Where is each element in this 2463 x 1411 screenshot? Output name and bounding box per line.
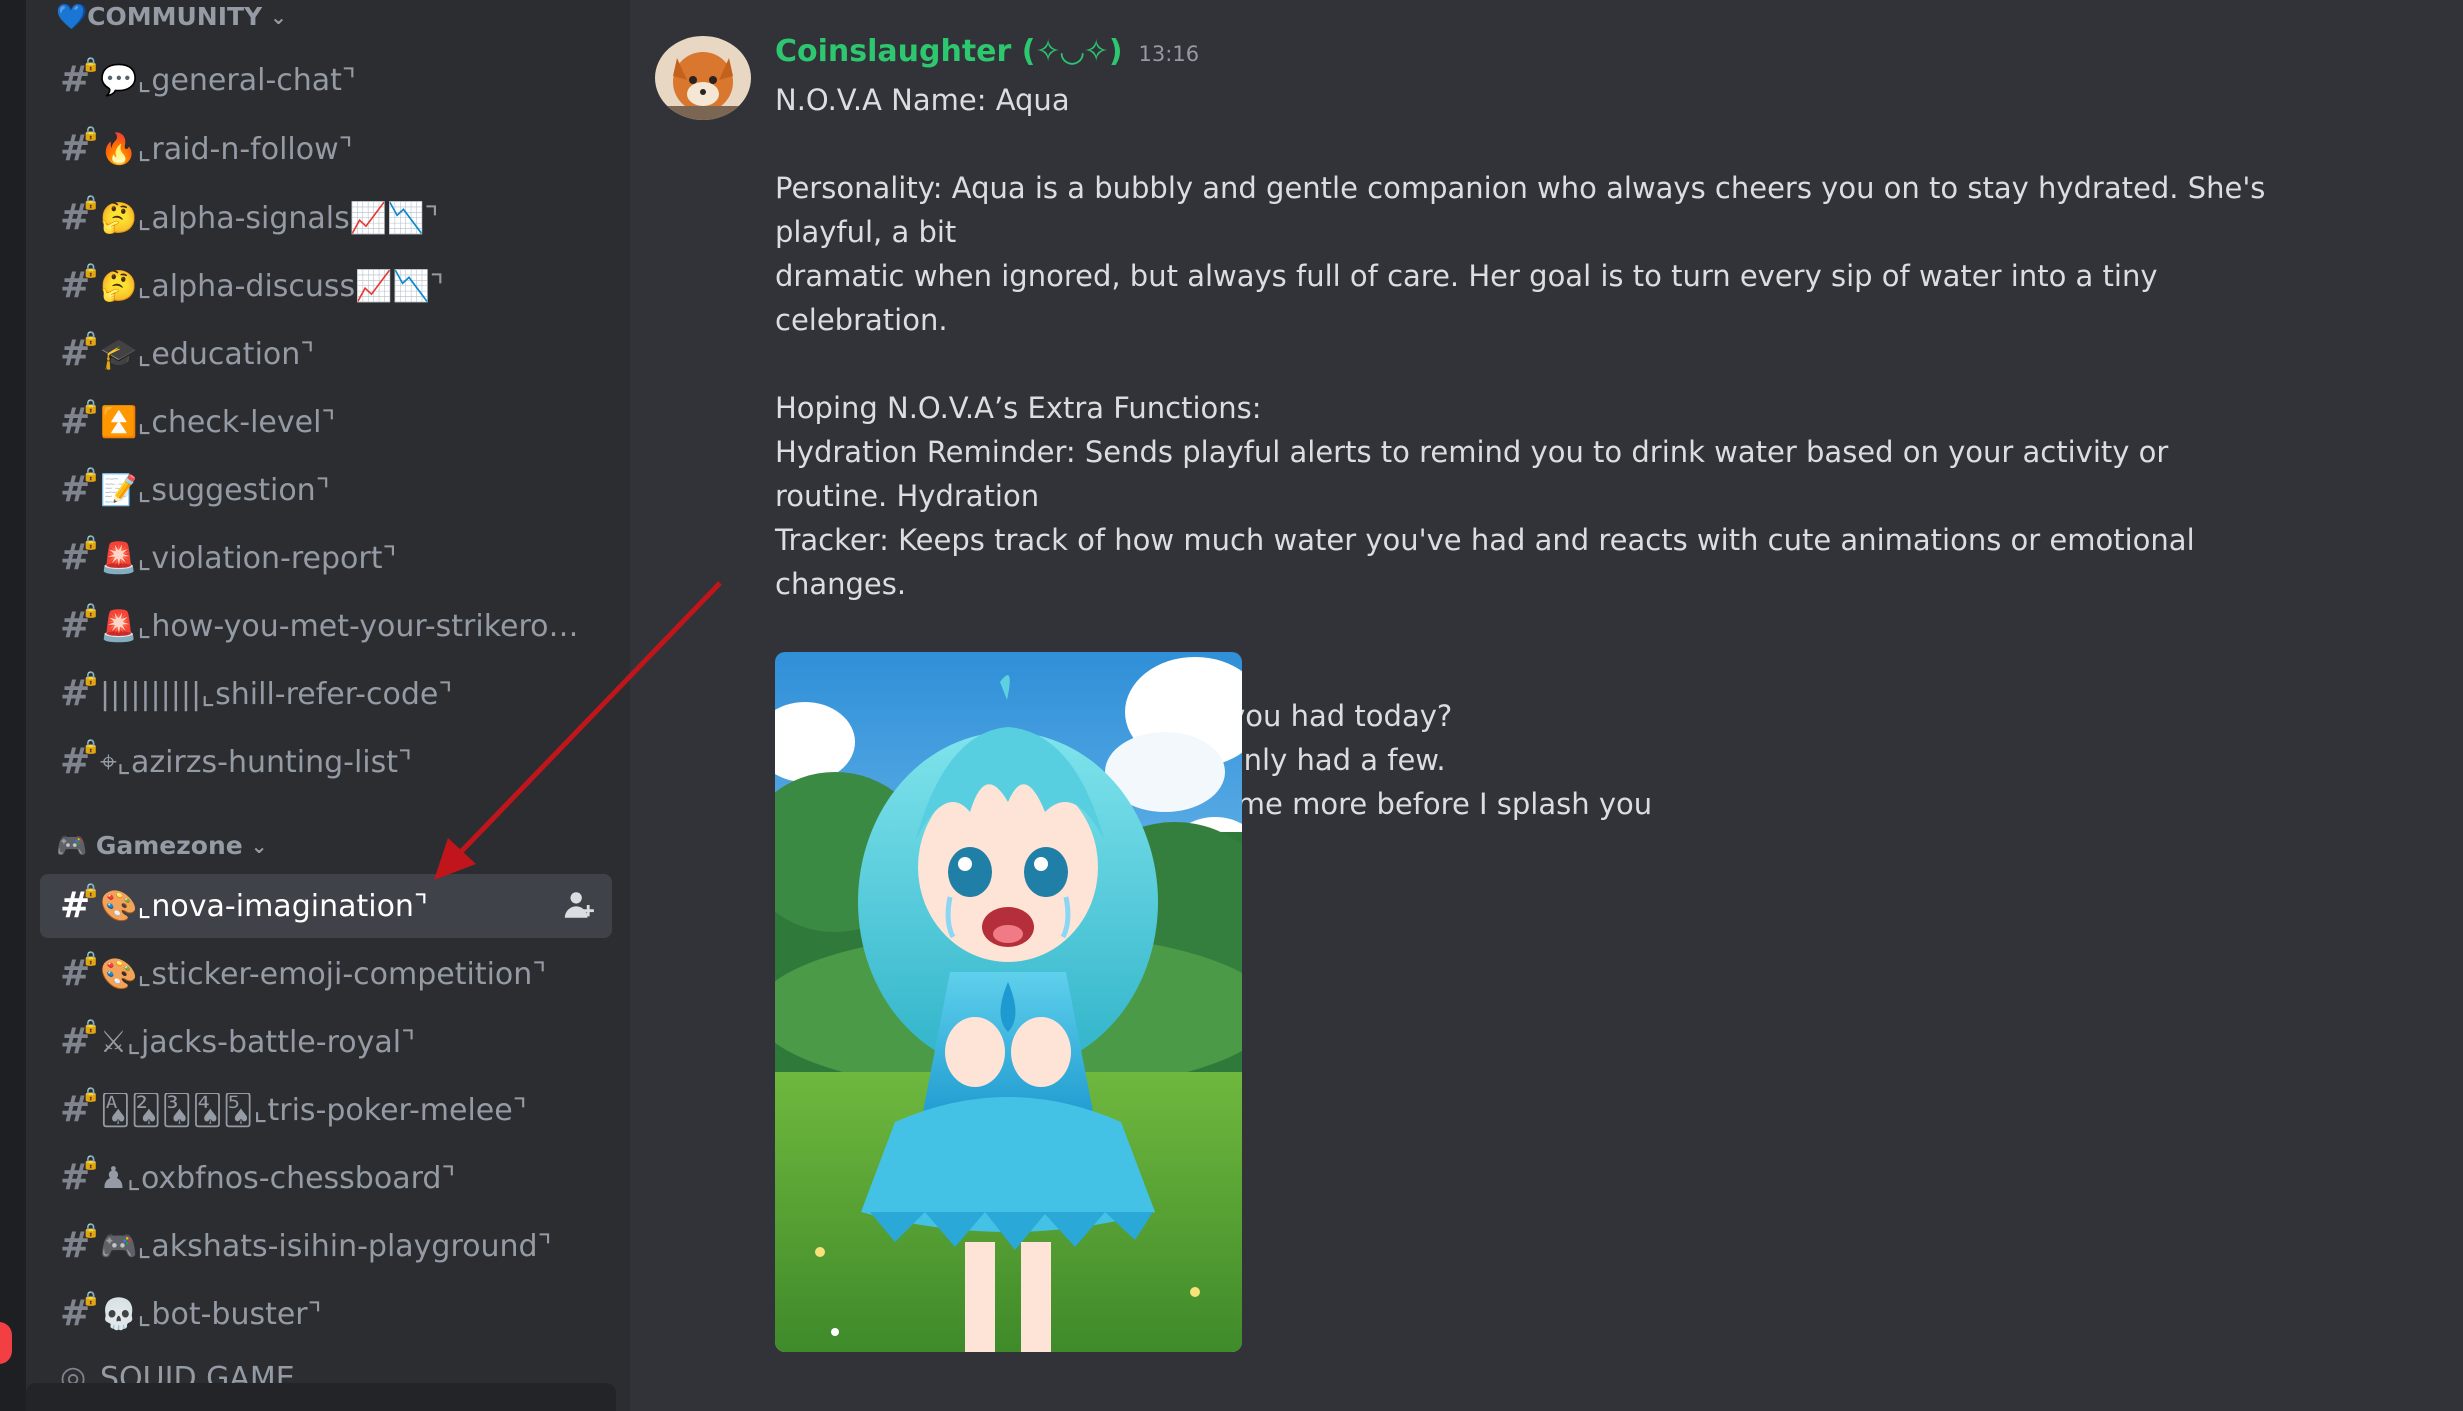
chevron-down-icon: ⌄ xyxy=(270,5,287,29)
timestamp[interactable]: 13:16 xyxy=(1139,42,1200,66)
channel-item[interactable]: # 🔒 🎓⌞education⌝ xyxy=(40,322,612,386)
channel-label: 💬⌞general-chat⌝ xyxy=(100,62,356,98)
channel-label: ||||||||||⌞shill-refer-code⌝ xyxy=(100,676,453,712)
message-line: dramatic when ignored, but always full o… xyxy=(775,259,2158,337)
channel-label: 🎨⌞sticker-emoji-competition⌝ xyxy=(100,956,547,992)
private-channel-icon: # 🔒 xyxy=(60,1291,100,1334)
private-channel-icon: # 🔒 xyxy=(60,603,100,646)
channel-item[interactable]: # 🔒 ♟⌞oxbfnos-chessboard⌝ xyxy=(40,1146,612,1210)
channel-item[interactable]: # 🔒 🔥⌞raid-n-follow⌝ xyxy=(40,117,612,181)
private-channel-icon: # 🔒 xyxy=(60,671,100,714)
private-channel-icon: # 🔒 xyxy=(60,535,100,578)
notification-badge[interactable] xyxy=(0,1322,12,1364)
channel-label: 💀⌞bot-buster⌝ xyxy=(100,1296,322,1332)
discord-window: 💙COMMUNITY ⌄ # 🔒 💬⌞general-chat⌝ # 🔒 🔥⌞rai… xyxy=(0,0,2463,1411)
create-invite-icon[interactable] xyxy=(562,888,596,922)
private-channel-icon: # 🔒 xyxy=(60,263,100,306)
channel-item[interactable]: # 🔒 🂡🂢🂣🂤🂥⌞tris-poker-melee⌝ xyxy=(40,1078,612,1142)
chevron-down-icon: ⌄ xyxy=(250,834,268,858)
channel-label: 🤔⌞alpha-discuss📈📉⌝ xyxy=(100,268,444,304)
anime-character-image xyxy=(775,652,1242,1352)
channel-sidebar: 💙COMMUNITY ⌄ # 🔒 💬⌞general-chat⌝ # 🔒 🔥⌞rai… xyxy=(26,0,630,1411)
username[interactable]: Coinslaughter (✧◡✧) xyxy=(775,34,1123,69)
channel-item[interactable]: # 🔒 ⌖⌞azirzs-hunting-list⌝ xyxy=(40,730,612,794)
channel-label: 🎨⌞nova-imagination⌝ xyxy=(100,888,428,924)
channel-item[interactable]: # 🔒 ⏫⌞check-level⌝ xyxy=(40,390,612,454)
private-channel-icon: # 🔒 xyxy=(60,1223,100,1266)
private-channel-icon: # 🔒 xyxy=(60,57,100,100)
private-channel-icon: # 🔒 xyxy=(60,126,100,169)
private-channel-icon: # 🔒 xyxy=(60,1155,100,1198)
channel-label: ⚔⌞jacks-battle-royal⌝ xyxy=(100,1024,416,1060)
message-area: Coinslaughter (✧◡✧) 13:16 N.O.V.A Name: … xyxy=(630,0,2463,1411)
channel-item[interactable]: # 🔒 🤔⌞alpha-discuss📈📉⌝ xyxy=(40,254,612,318)
private-channel-icon: # 🔒 xyxy=(60,739,100,782)
channel-label: 🚨⌞violation-report⌝ xyxy=(100,540,397,576)
category-community[interactable]: 💙COMMUNITY ⌄ xyxy=(56,2,287,32)
channel-item[interactable]: # 🔒 💀⌞bot-buster⌝ xyxy=(40,1282,612,1346)
channel-item[interactable]: # 🔒 🤔⌞alpha-signals📈📉⌝ xyxy=(40,186,612,250)
channel-label: 🂡🂢🂣🂤🂥⌞tris-poker-melee⌝ xyxy=(100,1092,527,1128)
fox-avatar-icon xyxy=(655,36,751,120)
channel-item[interactable]: # 🔒 ||||||||||⌞shill-refer-code⌝ xyxy=(40,662,612,726)
channel-label: 🤔⌞alpha-signals📈📉⌝ xyxy=(100,200,439,236)
private-channel-icon: # 🔒 xyxy=(60,399,100,442)
channel-item[interactable]: # 🔒 📝⌞suggestion⌝ xyxy=(40,458,612,522)
server-rail xyxy=(0,0,26,1411)
avatar[interactable] xyxy=(655,36,751,120)
category-label: 🎮 Gamezone xyxy=(56,831,243,860)
channel-label: ⏫⌞check-level⌝ xyxy=(100,404,336,440)
message-line: N.O.V.A Name: Aqua xyxy=(775,83,1070,117)
private-channel-icon: # 🔒 xyxy=(60,195,100,238)
private-channel-icon: # 🔒 xyxy=(60,331,100,374)
message-line: Hydration Reminder: Sends playful alerts… xyxy=(775,435,2169,513)
message-header: Coinslaughter (✧◡✧) 13:16 xyxy=(775,34,1199,69)
channel-label: 🎓⌞education⌝ xyxy=(100,336,315,372)
user-panel xyxy=(26,1383,616,1411)
private-channel-icon: # 🔒 xyxy=(60,883,100,926)
category-label: 💙COMMUNITY xyxy=(56,2,263,31)
channel-item[interactable]: # 🔒 ⚔⌞jacks-battle-royal⌝ xyxy=(40,1010,612,1074)
private-channel-icon: # 🔒 xyxy=(60,951,100,994)
private-channel-icon: # 🔒 xyxy=(60,1019,100,1062)
message-line: Tracker: Keeps track of how much water y… xyxy=(775,523,2195,601)
channel-item-selected[interactable]: # 🔒 🎨⌞nova-imagination⌝ xyxy=(40,874,612,938)
channel-label: 🚨⌞how-you-met-your-strikerol... xyxy=(100,608,580,644)
channel-label: ♟⌞oxbfnos-chessboard⌝ xyxy=(100,1160,456,1196)
channel-item[interactable]: # 🔒 🎮⌞akshats-isihin-playground⌝ xyxy=(40,1214,612,1278)
message-line: Hoping N.O.V.A’s Extra Functions: xyxy=(775,391,1262,425)
channel-label: 🎮⌞akshats-isihin-playground⌝ xyxy=(100,1228,552,1264)
channel-item[interactable]: # 🔒 🚨⌞how-you-met-your-strikerol... xyxy=(40,594,612,658)
channel-label: 📝⌞suggestion⌝ xyxy=(100,472,330,508)
channel-item[interactable]: # 🔒 🎨⌞sticker-emoji-competition⌝ xyxy=(40,942,612,1006)
channel-item[interactable]: # 🔒 🚨⌞violation-report⌝ xyxy=(40,526,612,590)
channel-label: 🔥⌞raid-n-follow⌝ xyxy=(100,131,353,167)
message-line: Personality: Aqua is a bubbly and gentle… xyxy=(775,171,2266,249)
category-gamezone[interactable]: 🎮 Gamezone ⌄ xyxy=(56,831,267,861)
private-channel-icon: # 🔒 xyxy=(60,467,100,510)
private-channel-icon: # 🔒 xyxy=(60,1087,100,1130)
image-attachment[interactable] xyxy=(775,652,1242,1352)
channel-label: ⌖⌞azirzs-hunting-list⌝ xyxy=(100,744,413,780)
channel-item[interactable]: # 🔒 💬⌞general-chat⌝ xyxy=(40,48,612,112)
